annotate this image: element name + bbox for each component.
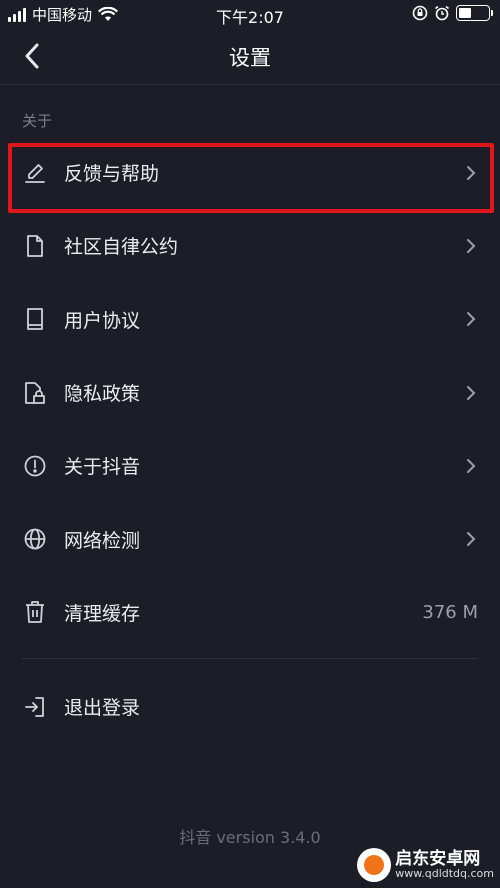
globe-icon: [22, 526, 48, 552]
menu-item-label: 隐私政策: [64, 383, 141, 406]
page-title: 设置: [229, 46, 271, 70]
menu-item-network-check[interactable]: 网络检测: [0, 502, 500, 575]
status-bar: 中国移动 下午2:07: [0, 0, 500, 28]
battery-icon: [456, 5, 493, 21]
watermark-title: 启东安卓网: [395, 848, 481, 869]
watermark-url: www.qdldtdq.com: [395, 867, 494, 881]
chevron-right-icon: [467, 238, 476, 253]
logout-button[interactable]: 退出登录: [0, 670, 500, 743]
info-icon: [22, 453, 48, 479]
document-icon: [22, 233, 48, 259]
chevron-right-icon: [467, 532, 476, 547]
app-version-text: 抖音 version 3.4.0: [179, 828, 321, 847]
book-icon: [22, 306, 48, 332]
alarm-icon: [435, 5, 449, 21]
menu-item-label: 网络检测: [64, 529, 141, 552]
menu-divider: [22, 658, 478, 659]
status-bar-right: [412, 5, 493, 21]
chevron-right-icon: [467, 312, 476, 327]
menu-item-about[interactable]: 关于抖音: [0, 429, 500, 502]
logout-label: 退出登录: [64, 697, 141, 719]
cache-size-value: 376 M: [422, 601, 478, 623]
nav-bar: 设置: [0, 28, 500, 84]
menu-item-user-agreement[interactable]: 用户协议: [0, 283, 500, 356]
menu-item-label: 清理缓存: [64, 602, 141, 625]
highlight-box: [8, 143, 494, 213]
trash-icon: [22, 599, 48, 625]
menu-item-label: 关于抖音: [64, 456, 141, 479]
chevron-right-icon: [467, 458, 476, 473]
menu-item-community-guidelines[interactable]: 社区自律公约: [0, 209, 500, 282]
logout-icon: [22, 694, 48, 720]
menu-item-label: 社区自律公约: [64, 236, 179, 259]
menu-item-privacy-policy[interactable]: 隐私政策: [0, 356, 500, 429]
rotation-lock-icon: [412, 5, 428, 21]
privacy-lock-icon: [22, 380, 48, 406]
menu-item-clear-cache[interactable]: 清理缓存 376 M: [0, 576, 500, 649]
chevron-right-icon: [467, 385, 476, 400]
section-label-about: 关于: [22, 112, 53, 130]
watermark-logo-icon: [357, 848, 392, 882]
menu-item-label: 用户协议: [64, 309, 141, 332]
watermark-text: 启东安卓网 www.qdldtdq.com: [395, 848, 494, 881]
nav-divider: [0, 84, 500, 85]
watermark: 启东安卓网 www.qdldtdq.com: [357, 848, 494, 882]
battery-level-fill: [459, 8, 472, 18]
